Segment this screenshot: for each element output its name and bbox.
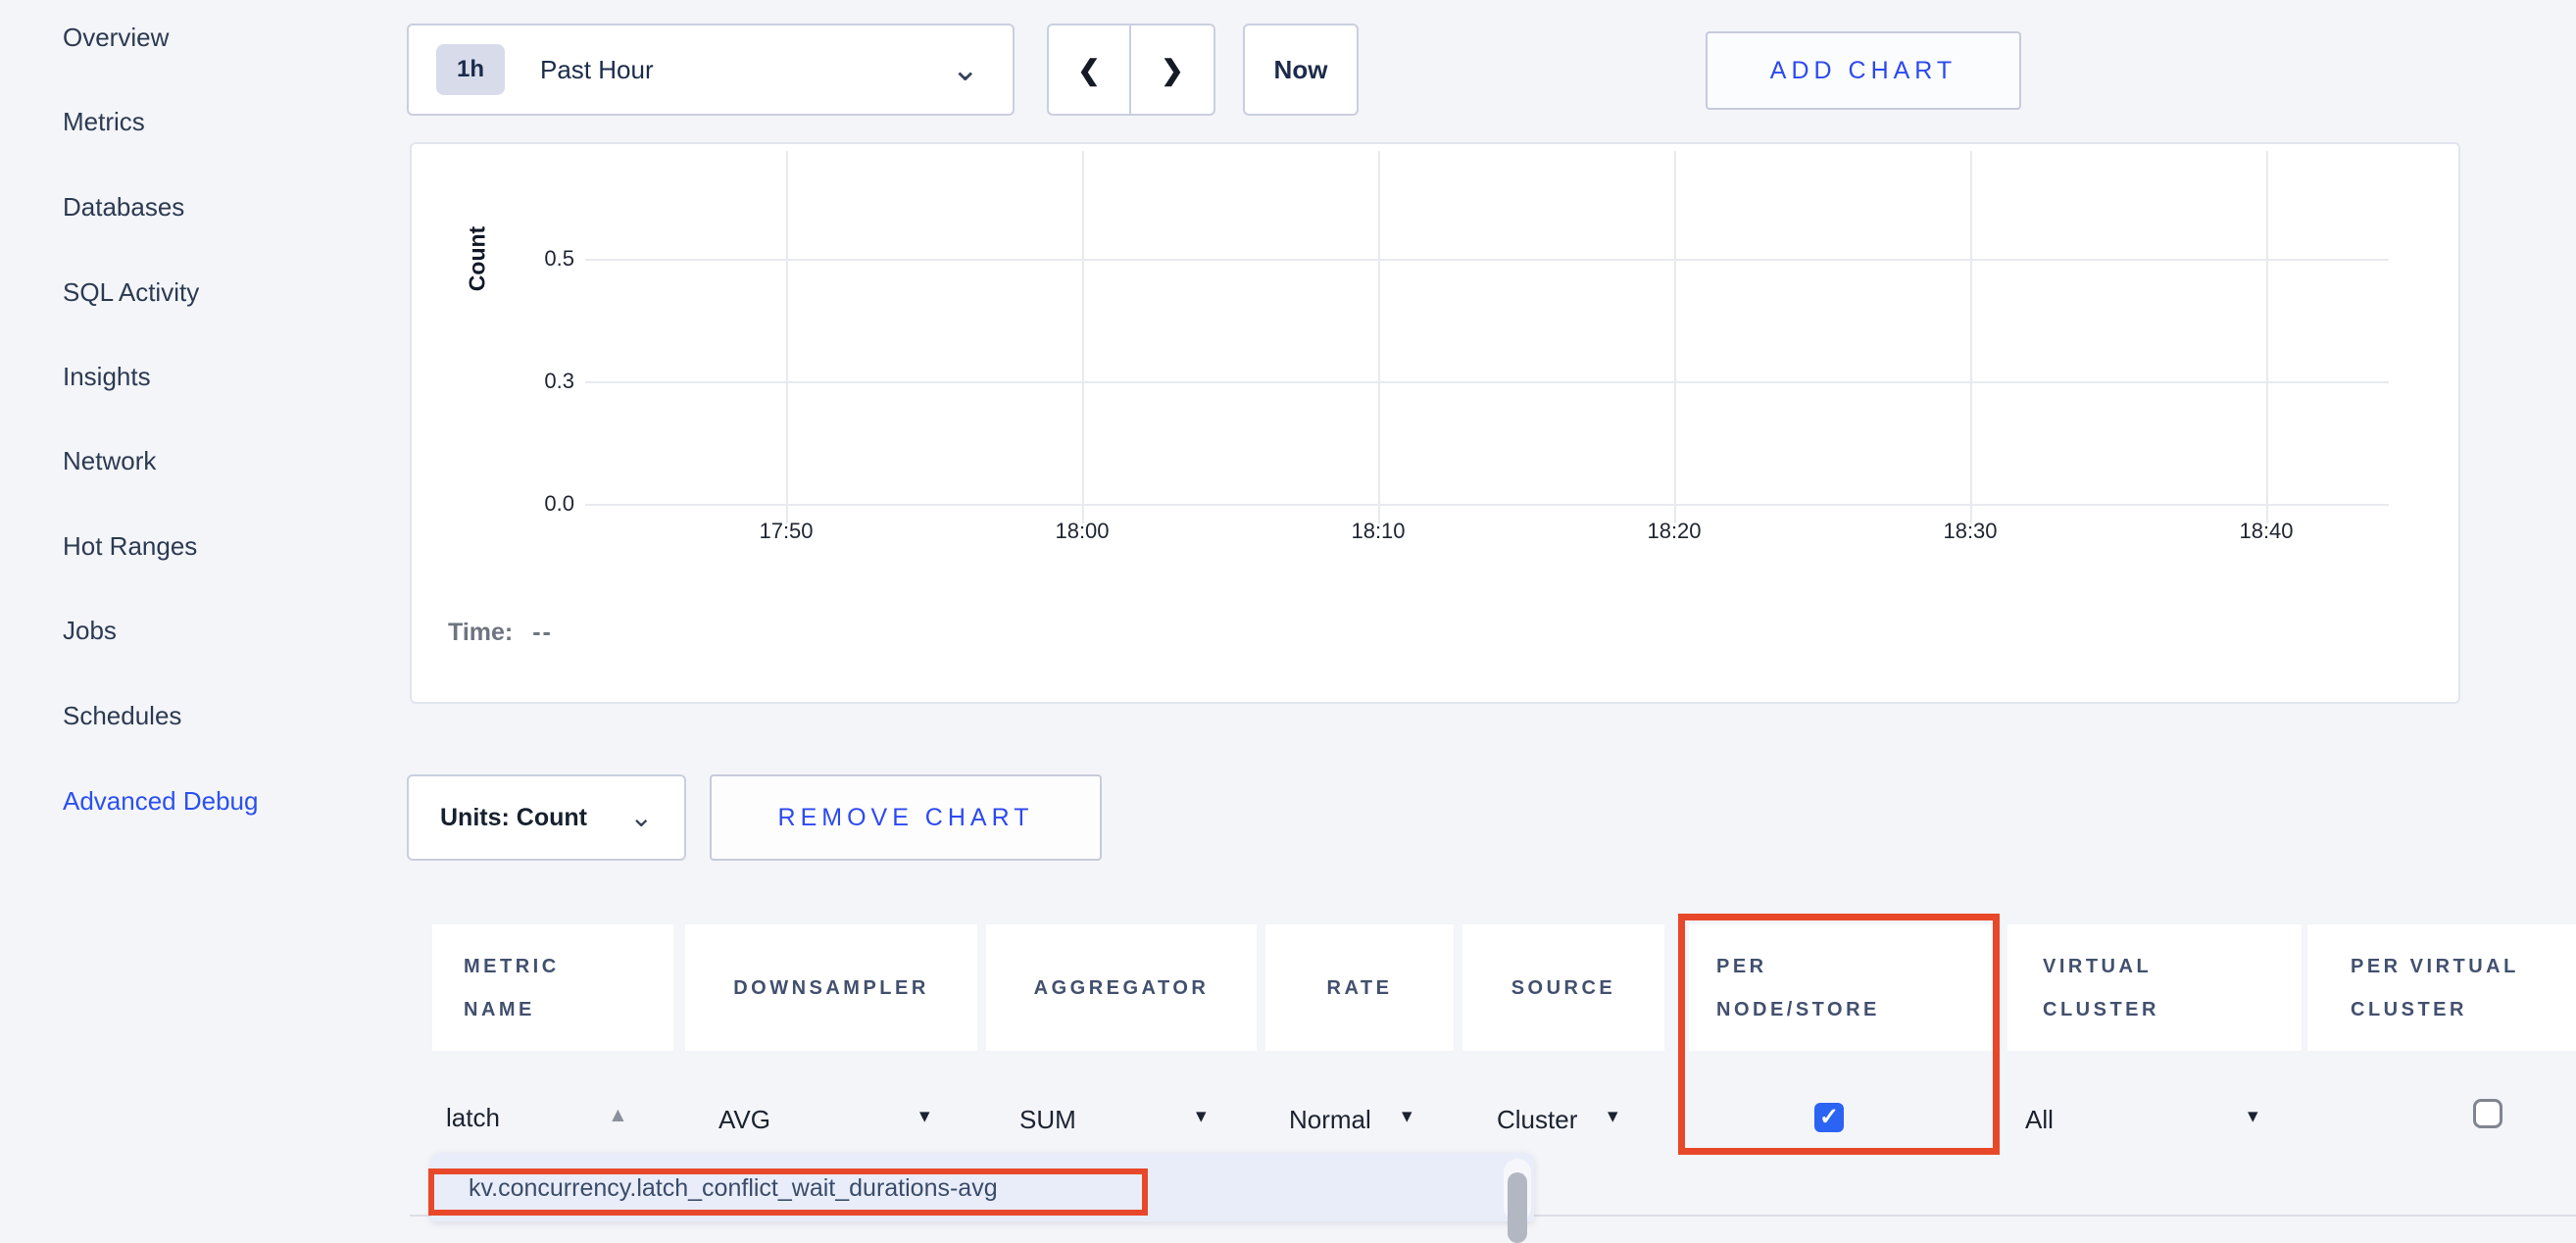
sidebar-item-databases[interactable]: Databases xyxy=(63,187,184,226)
column-header-metric-name: METRIC NAME xyxy=(432,924,673,1051)
column-header-text: PER VIRTUAL xyxy=(2351,945,2576,988)
chevron-left-icon: ❮ xyxy=(1077,54,1100,86)
time-range-badge: 1h xyxy=(436,44,505,95)
column-header-text: RATE xyxy=(1327,967,1393,1010)
column-header-text: AGGREGATOR xyxy=(1034,967,1210,1010)
custom-chart-panel: Count 0.5 0.3 0.0 17:50 18:00 18:10 18:2… xyxy=(410,142,2460,704)
caret-up-icon[interactable]: ▲ xyxy=(608,1104,628,1127)
remove-chart-button[interactable]: REMOVE CHART xyxy=(710,774,1102,861)
aggregator-select-value[interactable]: SUM xyxy=(1019,1100,1076,1139)
column-header-text: METRIC xyxy=(464,945,673,988)
caret-down-icon[interactable]: ▾ xyxy=(2248,1104,2258,1128)
column-header-per-virtual-cluster: PER VIRTUAL CLUSTER xyxy=(2307,924,2576,1051)
y-tick-label: 0.5 xyxy=(496,246,574,272)
y-tick-label: 0.3 xyxy=(496,369,574,394)
sidebar-item-insights[interactable]: Insights xyxy=(63,357,151,396)
per-node-store-checkbox[interactable]: ✓ xyxy=(1814,1103,1844,1132)
units-dropdown-label: Units: Count xyxy=(440,804,587,832)
sidebar-item-network[interactable]: Network xyxy=(63,441,156,480)
column-header-source: SOURCE xyxy=(1462,924,1664,1051)
sidebar-item-advanced-debug[interactable]: Advanced Debug xyxy=(63,781,258,820)
sidebar-item-hot-ranges[interactable]: Hot Ranges xyxy=(63,526,197,566)
scrollbar-thumb[interactable] xyxy=(1508,1172,1527,1243)
column-header-text: CLUSTER xyxy=(2351,988,2576,1031)
hover-time-readout: Time: -- xyxy=(448,619,553,647)
rate-select-value[interactable]: Normal xyxy=(1289,1100,1371,1139)
sidebar-item-schedules[interactable]: Schedules xyxy=(63,696,181,735)
column-header-text: NODE/STORE xyxy=(1716,988,1996,1031)
now-button[interactable]: Now xyxy=(1243,24,1359,116)
metric-name-input[interactable] xyxy=(446,1096,593,1139)
units-dropdown[interactable]: Units: Count ⌄ xyxy=(407,774,686,861)
caret-down-icon[interactable]: ▾ xyxy=(1608,1104,1618,1128)
source-select-value[interactable]: Cluster xyxy=(1497,1100,1577,1139)
check-icon: ✓ xyxy=(1819,1103,1839,1132)
metric-suggestion-item[interactable]: kv.concurrency.latch_conflict_wait_durat… xyxy=(469,1174,998,1203)
column-header-text: VIRTUAL xyxy=(2043,945,2302,988)
metric-suggestions-dropdown: kv.concurrency.latch_conflict_wait_durat… xyxy=(431,1153,1534,1221)
sidebar-item-sql-activity[interactable]: SQL Activity xyxy=(63,273,199,312)
time-range-label: Past Hour xyxy=(540,55,654,85)
caret-down-icon[interactable]: ▾ xyxy=(919,1104,930,1128)
column-header-text: SOURCE xyxy=(1511,967,1616,1010)
y-tick-label: 0.0 xyxy=(496,491,574,517)
column-header-text: PER xyxy=(1716,945,1996,988)
column-header-downsampler: DOWNSAMPLER xyxy=(685,924,977,1051)
caret-down-icon[interactable]: ▾ xyxy=(1402,1104,1412,1128)
time-pager: ❮ ❯ xyxy=(1047,24,1215,116)
chevron-down-icon: ⌄ xyxy=(630,810,653,825)
previous-time-button[interactable]: ❮ xyxy=(1049,25,1131,114)
column-header-virtual-cluster: VIRTUAL CLUSTER xyxy=(2007,924,2302,1051)
add-chart-button[interactable]: ADD CHART xyxy=(1706,31,2021,110)
column-header-per-node-store: PER NODE/STORE xyxy=(1689,924,1996,1051)
per-virtual-cluster-checkbox[interactable] xyxy=(2473,1099,2502,1128)
column-header-text: NAME xyxy=(464,988,673,1031)
scrollbar[interactable] xyxy=(1504,1159,1531,1221)
hover-time-value: -- xyxy=(532,619,553,646)
column-header-rate: RATE xyxy=(1265,924,1454,1051)
column-header-text: DOWNSAMPLER xyxy=(733,967,929,1010)
sidebar-item-metrics[interactable]: Metrics xyxy=(63,102,145,141)
time-range-selector[interactable]: 1h Past Hour ⌄ xyxy=(407,24,1015,116)
chevron-right-icon: ❯ xyxy=(1161,54,1183,86)
column-header-aggregator: AGGREGATOR xyxy=(986,924,1257,1051)
y-axis-label: Count xyxy=(465,226,491,291)
chart-plot-area[interactable] xyxy=(585,151,2389,523)
sidebar-item-overview[interactable]: Overview xyxy=(63,18,169,57)
hover-time-label: Time: xyxy=(448,619,513,646)
sidebar-item-jobs[interactable]: Jobs xyxy=(63,611,117,650)
virtual-cluster-select-value[interactable]: All xyxy=(2025,1100,2054,1139)
downsampler-select-value[interactable]: AVG xyxy=(718,1100,770,1139)
column-header-text: CLUSTER xyxy=(2043,988,2302,1031)
caret-down-icon[interactable]: ▾ xyxy=(1196,1104,1207,1128)
chevron-down-icon: ⌄ xyxy=(952,60,980,79)
next-time-button[interactable]: ❯ xyxy=(1131,25,1214,114)
